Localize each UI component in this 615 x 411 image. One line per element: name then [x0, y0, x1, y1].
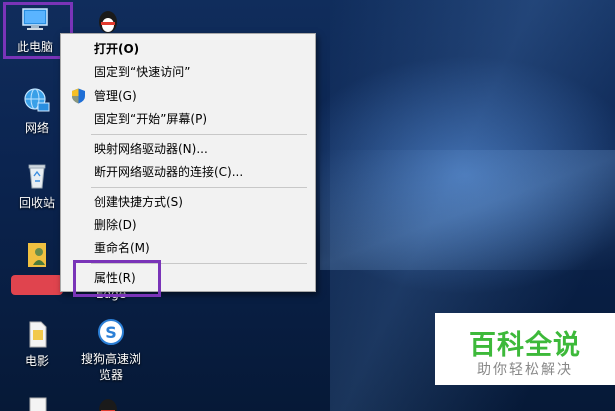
menu-item-create-shortcut[interactable]: 创建快捷方式(S) [61, 191, 315, 213]
recycle-bin-icon [28, 164, 46, 189]
file-icon [29, 397, 47, 411]
menu-item-pin-start[interactable]: 固定到“开始”屏幕(P) [61, 108, 315, 130]
icon-label: 电影 [24, 354, 49, 368]
user-folder-icon [28, 243, 46, 267]
icon-label: 搜狗高速浏览器 [80, 352, 141, 382]
menu-separator [91, 187, 307, 188]
shield-icon [72, 88, 85, 104]
qq-icon [99, 399, 117, 411]
desktop-icon-movies[interactable]: 电影 [2, 320, 72, 369]
menu-item-open[interactable]: 打开(O) [61, 38, 315, 60]
desktop-icon-partial[interactable] [2, 396, 72, 411]
sogou-browser-icon: S [98, 319, 124, 345]
redacted-label [11, 275, 63, 295]
desktop-icon-qq-2[interactable] [73, 396, 143, 411]
svg-text:S: S [105, 323, 117, 342]
network-icon [24, 88, 50, 112]
desktop[interactable]: 此电脑 网络 回收站 电影 S 搜狗高速浏览器 Edge 打开(O) 固定到“快… [0, 0, 615, 411]
desktop-icon-sogou-browser[interactable]: S 搜狗高速浏览器 [76, 318, 146, 383]
file-icon [29, 321, 47, 348]
watermark-subtitle: 助你轻松解决 [477, 362, 573, 378]
menu-item-pin-quick-access[interactable]: 固定到“快速访问” [61, 61, 315, 83]
menu-item-rename[interactable]: 重命名(M) [61, 237, 315, 259]
watermark-title: 百科全说 [469, 330, 581, 361]
context-menu: 打开(O) 固定到“快速访问” 管理(G) 固定到“开始”屏幕(P) 映射网络驱… [60, 33, 316, 292]
qq-icon [99, 11, 117, 33]
menu-item-disconnect-drive[interactable]: 断开网络驱动器的连接(C)... [61, 161, 315, 183]
menu-separator [91, 134, 307, 135]
watermark-badge: 百科全说 助你轻松解决 [435, 313, 615, 385]
highlight-properties [73, 260, 161, 297]
menu-item-map-drive[interactable]: 映射网络驱动器(N)... [61, 138, 315, 160]
menu-item-delete[interactable]: 删除(D) [61, 214, 315, 236]
menu-item-manage[interactable]: 管理(G) [61, 85, 315, 107]
